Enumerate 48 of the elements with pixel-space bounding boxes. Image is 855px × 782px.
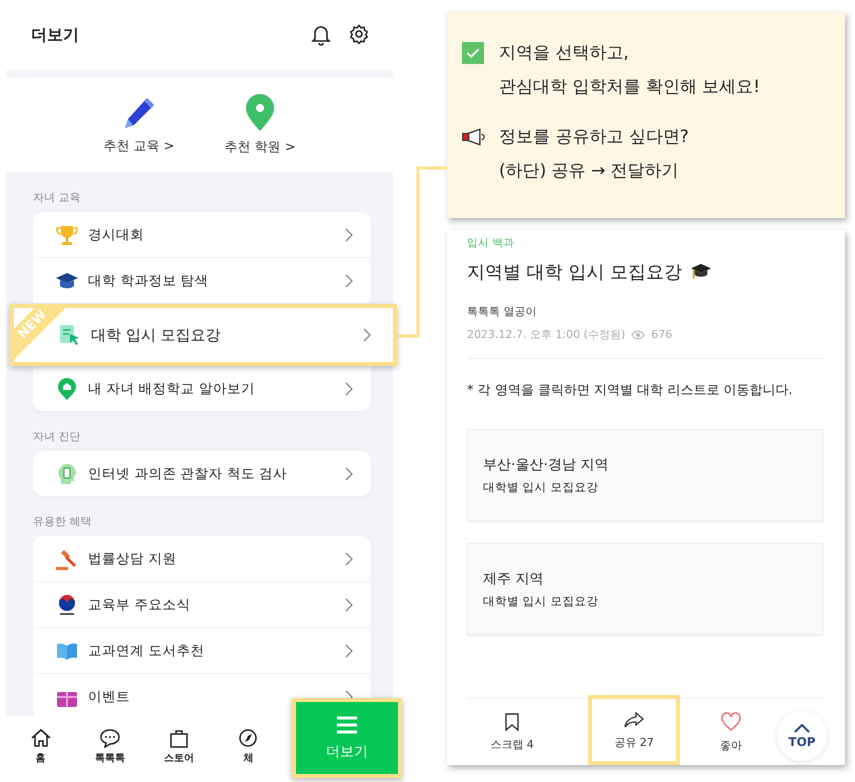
shortcut-link[interactable]: 추천 교육 > (103, 95, 174, 155)
home-icon (30, 728, 52, 748)
section-heading: 유용한 혜택 (33, 514, 92, 529)
menu-icon (335, 715, 359, 735)
section-heading: 자녀 진단 (33, 429, 82, 444)
menu-item[interactable]: 법률상담 지원 (33, 536, 371, 582)
region-card[interactable]: 제주 지역 대학별 입시 모집요강 (467, 543, 823, 635)
category-label: 입시 백과 (467, 236, 514, 250)
bookmark-icon (504, 712, 520, 730)
screen-title: 더보기 (31, 24, 79, 46)
settings-icon[interactable] (349, 24, 369, 44)
callout-text: 관심대학 입학처를 확인해 보세요! (499, 76, 760, 99)
article-title: 지역별 대학 입시 모집요강 (467, 261, 682, 284)
section-heading: 자녀 교육 (33, 190, 82, 205)
location-pin-icon (55, 376, 79, 400)
chat-bubble-icon (98, 728, 121, 748)
menu-item[interactable]: 교육부 주요소식 (33, 582, 371, 628)
share-arrow-icon (623, 710, 645, 728)
action-button[interactable]: 좋아 (711, 699, 751, 765)
nav-tab[interactable]: 체 (214, 716, 283, 776)
callout-text: 지역을 선택하고, (499, 42, 630, 65)
menu-item[interactable]: 내 자녀 배정학교 알아보기 (33, 366, 371, 411)
view-count: 676 (651, 328, 672, 341)
menu-item[interactable]: 경시대회 (33, 212, 371, 258)
shopping-bag-icon (168, 728, 190, 748)
nav-tab[interactable]: 톡톡톡 (75, 716, 144, 776)
nav-tab[interactable]: 홈 (6, 716, 76, 776)
heart-icon (720, 712, 742, 732)
compass-icon (237, 728, 260, 748)
action-button[interactable]: 스크랩 4 (467, 699, 557, 765)
caret-up-icon (794, 724, 810, 732)
region-card[interactable]: 부산·울산·경남 지역 대학별 입시 모집요강 (467, 429, 823, 521)
check-icon (461, 42, 485, 64)
eye-icon (631, 330, 646, 340)
bell-icon[interactable] (311, 24, 331, 46)
action-button[interactable]: 공유 27 (588, 695, 680, 765)
callout-text: 정보를 공유하고 싶다면? (499, 126, 689, 149)
notice-text: * 각 영역을 클릭하면 지역별 대학 리스트로 이동합니다. (467, 382, 794, 399)
callout-text: (하단) 공유 → 전달하기 (499, 160, 680, 183)
author-name: 톡톡톡 열공이 (467, 304, 536, 319)
nav-tab[interactable]: 스토어 (144, 716, 214, 776)
scroll-top-button[interactable]: TOP (777, 711, 827, 761)
megaphone-icon (461, 126, 485, 148)
post-date: 2023.12.7. 오후 1:00 (수정됨) (467, 327, 626, 342)
menu-item[interactable]: 교과연계 도서추천 (33, 628, 371, 674)
location-pin-icon (244, 94, 276, 132)
menu-item[interactable]: 인터넷 과의존 관찰자 척도 검사 (33, 451, 371, 496)
shortcut-link[interactable]: 추천 학원 > (224, 94, 296, 156)
